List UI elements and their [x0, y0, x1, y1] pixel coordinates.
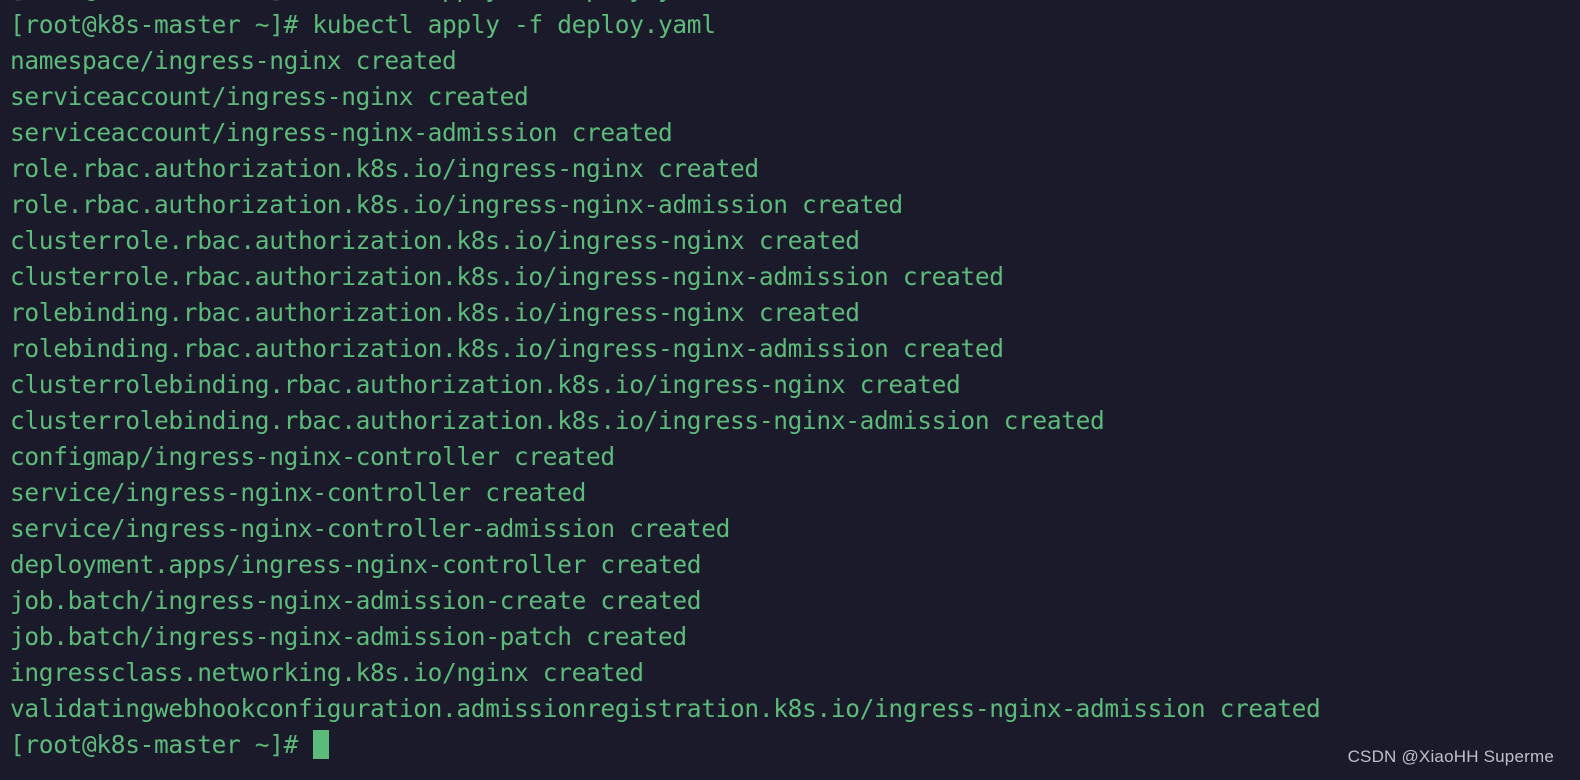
terminal-line-output: service/ingress-nginx-controller-admissi… — [10, 514, 731, 543]
terminal-line-output: role.rbac.authorization.k8s.io/ingress-n… — [10, 190, 903, 219]
terminal-line-output: service/ingress-nginx-controller created — [10, 478, 587, 507]
terminal-line-output: job.batch/ingress-nginx-admission-patch … — [10, 622, 687, 651]
terminal-line-output: serviceaccount/ingress-nginx created — [10, 82, 529, 111]
shell-prompt: [root@k8s-master ~]# — [10, 730, 313, 759]
terminal-line-output: validatingwebhookconfiguration.admission… — [10, 694, 1321, 723]
terminal-line-output: job.batch/ingress-nginx-admission-create… — [10, 586, 702, 615]
watermark-label: CSDN @XiaoHH Superme — [1347, 747, 1554, 766]
terminal-line-output: deployment.apps/ingress-nginx-controller… — [10, 550, 702, 579]
text-cursor — [313, 730, 330, 759]
terminal-output-area[interactable]: [root@k8s-master ~]# kubectl apply -f de… — [10, 0, 1580, 763]
terminal-line-output: serviceaccount/ingress-nginx-admission c… — [10, 118, 673, 147]
terminal-window[interactable]: [root@k8s-master ~]# kubectl apply -f de… — [0, 0, 1580, 780]
terminal-prompt-line[interactable]: [root@k8s-master ~]# — [10, 727, 1580, 763]
terminal-line-output: rolebinding.rbac.authorization.k8s.io/in… — [10, 298, 860, 327]
terminal-line-output: clusterrole.rbac.authorization.k8s.io/in… — [10, 226, 860, 255]
terminal-line-scrolled-off: [root@k8s-master ~]# kubectl apply -f de… — [10, 0, 1580, 7]
terminal-line-output: clusterrolebinding.rbac.authorization.k8… — [10, 406, 1105, 435]
terminal-line-output: rolebinding.rbac.authorization.k8s.io/in… — [10, 334, 1004, 363]
terminal-line-output: ingressclass.networking.k8s.io/nginx cre… — [10, 658, 644, 687]
terminal-line-output: clusterrole.rbac.authorization.k8s.io/in… — [10, 262, 1004, 291]
terminal-line-output: configmap/ingress-nginx-controller creat… — [10, 442, 615, 471]
terminal-line-output: role.rbac.authorization.k8s.io/ingress-n… — [10, 154, 759, 183]
terminal-line-output: namespace/ingress-nginx created — [10, 46, 457, 75]
terminal-line-output: clusterrolebinding.rbac.authorization.k8… — [10, 370, 961, 399]
terminal-line-command: [root@k8s-master ~]# kubectl apply -f de… — [10, 10, 716, 39]
